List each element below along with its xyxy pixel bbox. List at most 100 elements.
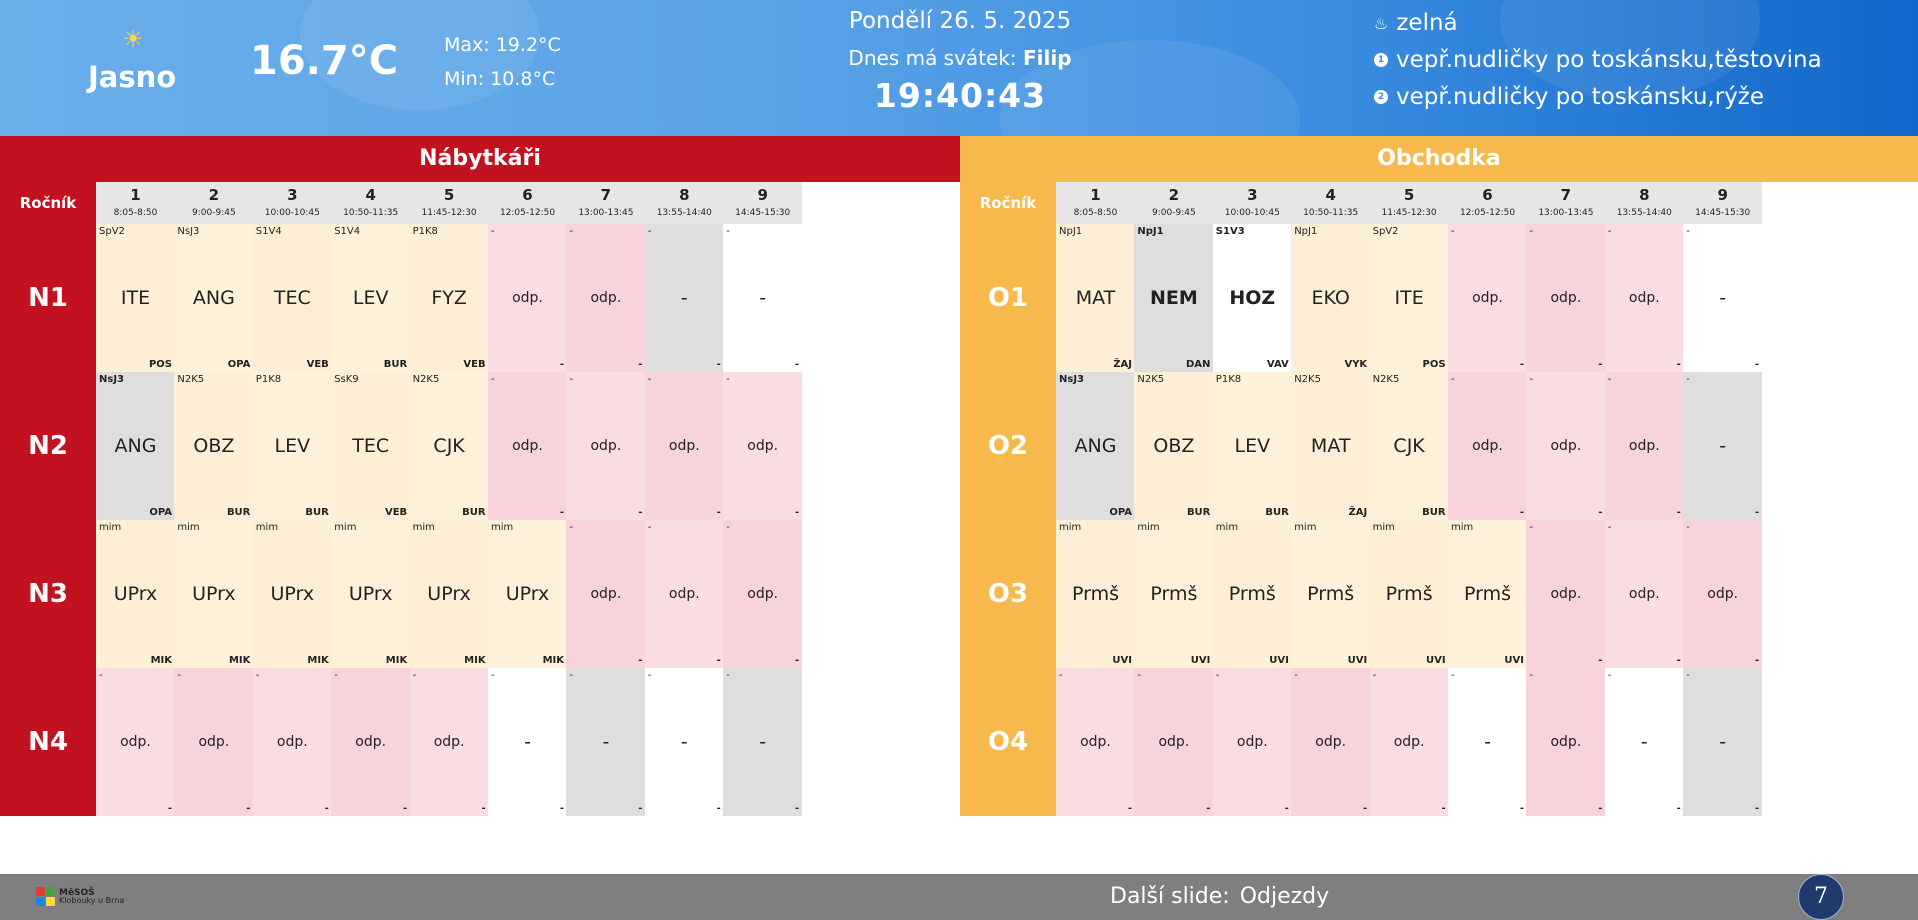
teacher-code: - [716,507,721,518]
lesson-cell: - odp. - [488,224,567,372]
class-label: O1 [987,283,1029,313]
clock: 19:40:43 [873,76,1047,115]
period-number: 4 [365,186,376,204]
lesson-cell: - odp. - [331,668,411,816]
period-number: 9 [1717,186,1728,204]
teacher-code: - [167,803,172,814]
lesson-cell: mim UPrx MIK [488,520,567,668]
subject: odp. [198,734,230,750]
teacher-code: MIK [228,655,251,666]
teacher-code: POS [148,359,172,370]
lesson-cell: - odp. - [1056,668,1135,816]
max-temperature: Max: 19.2°C [444,34,561,56]
lesson-cell: - odp. - [566,520,646,668]
subject: ANG [1074,435,1117,457]
class-label: O2 [987,431,1029,461]
subject: ITE [1394,287,1424,309]
subject: OBZ [193,435,235,457]
subject: odp. [1707,586,1739,602]
teacher-code: BUR [462,507,486,518]
period-number: 7 [1560,186,1572,204]
subject: MAT [1310,435,1351,457]
lesson-cell: - odp. - [1526,224,1606,372]
lesson-cell: - odp. - [723,372,803,520]
period-time: 13:55-14:40 [1616,208,1672,218]
lesson-cell: SpV2 ITE POS [1369,224,1449,372]
teacher-code: - [1755,803,1760,814]
subject: UPrx [192,583,236,605]
teacher-code: VEB [306,359,329,370]
subject: ANG [114,435,157,457]
slide-number-badge: 7 [1798,874,1844,920]
teacher-code: VEB [384,507,408,518]
lesson-cell: mim UPrx MIK [96,520,175,668]
logo-square [46,887,55,896]
lesson-cell: mim Prmš UVI [1056,520,1135,668]
period-number: 3 [287,186,298,204]
lesson-cell: --- [1683,668,1763,816]
lesson-cell: --- [566,668,646,816]
teacher-code: - [1755,359,1760,370]
teacher-code: - [1755,507,1760,518]
menu-item-text: vepř.nudličky po toskánsku,těstovina [1396,47,1822,73]
menu-item-2: 2 vepř.nudličky po toskánsku,rýže [1374,84,1764,110]
subject: LEV [1234,435,1271,457]
period-header: 4 10:50-11:35 [331,182,411,224]
lesson-cell: NpJ1 EKO VYK [1291,224,1371,372]
lesson-cell: NpJ1 NEM DAN [1134,224,1214,372]
teacher-code: - [1676,803,1681,814]
teacher-code: - [1127,803,1132,814]
teacher-code: VEB [463,359,486,370]
teacher-code: UVI [1190,655,1211,666]
period-number: 6 [1482,186,1493,204]
subject: Prmš [1071,583,1119,605]
teacher-code: UVI [1426,655,1446,666]
number-one-icon: 1 [1374,53,1388,67]
subject: ANG [192,287,235,309]
teacher-code: - [638,655,643,666]
lesson-cell: N2K5 CJK BUR [1369,372,1449,520]
lesson-cell: --- [723,668,803,816]
subject: odp. [276,734,308,750]
teacher-code: UVI [1347,655,1368,666]
period-header: 9 14:45-15:30 [723,182,803,224]
lesson-cell: --- [644,224,724,372]
period-header: 1 8:05-8:50 [1056,182,1135,224]
period-time: 13:55-14:40 [656,208,712,218]
lesson-cell: - odp. - [723,520,803,668]
period-number: 1 [130,186,141,204]
subject: Prmš [1463,583,1511,605]
lesson-cell: --- [723,224,803,372]
soup-icon: ♨ [1374,13,1389,33]
period-header: 6 12:05-12:50 [1448,182,1527,224]
teacher-code: OPA [1109,507,1132,518]
lesson-cell: mim Prmš UVI [1212,520,1292,668]
rocnik-label: Ročník [19,194,77,212]
subject: odp. [1628,438,1660,454]
next-slide: Další slide: Odjezdy [1110,884,1329,909]
lesson-cell: P1K8 LEV BUR [252,372,332,520]
class-label: O3 [987,579,1029,609]
period-header: 3 10:00-10:45 [252,182,332,224]
teacher-code: - [1284,803,1289,814]
lesson-cell: - odp. - [488,372,567,520]
subject: odp. [1550,438,1582,454]
period-time: 12:05-12:50 [1459,208,1516,218]
teacher-code: - [795,507,800,518]
subject: odp. [120,734,151,750]
lesson-cell: - odp. - [1291,668,1371,816]
subject: HOZ [1229,287,1276,309]
period-number: 2 [208,186,220,204]
subject: odp. [668,586,700,602]
period-time: 10:50-11:35 [343,208,399,218]
lesson-cell: --- [1448,668,1527,816]
lesson-cell: NpJ1 MAT ŽAJ [1056,224,1135,372]
teacher-code: BUR [226,507,251,518]
lesson-cell: - odp. - [1369,668,1449,816]
schedule-panel-obchodka: Obchodka Ročník O1 O2 O3 O4 1 8:05-8:50 2 9:00… [960,136,1918,816]
subject: odp. [1472,290,1503,306]
subject: odp. [1550,586,1582,602]
lesson-cell: - odp. - [174,668,254,816]
panel-title: Nábytkáři [0,136,960,182]
menu-soup: ♨ zelná [1374,10,1458,36]
